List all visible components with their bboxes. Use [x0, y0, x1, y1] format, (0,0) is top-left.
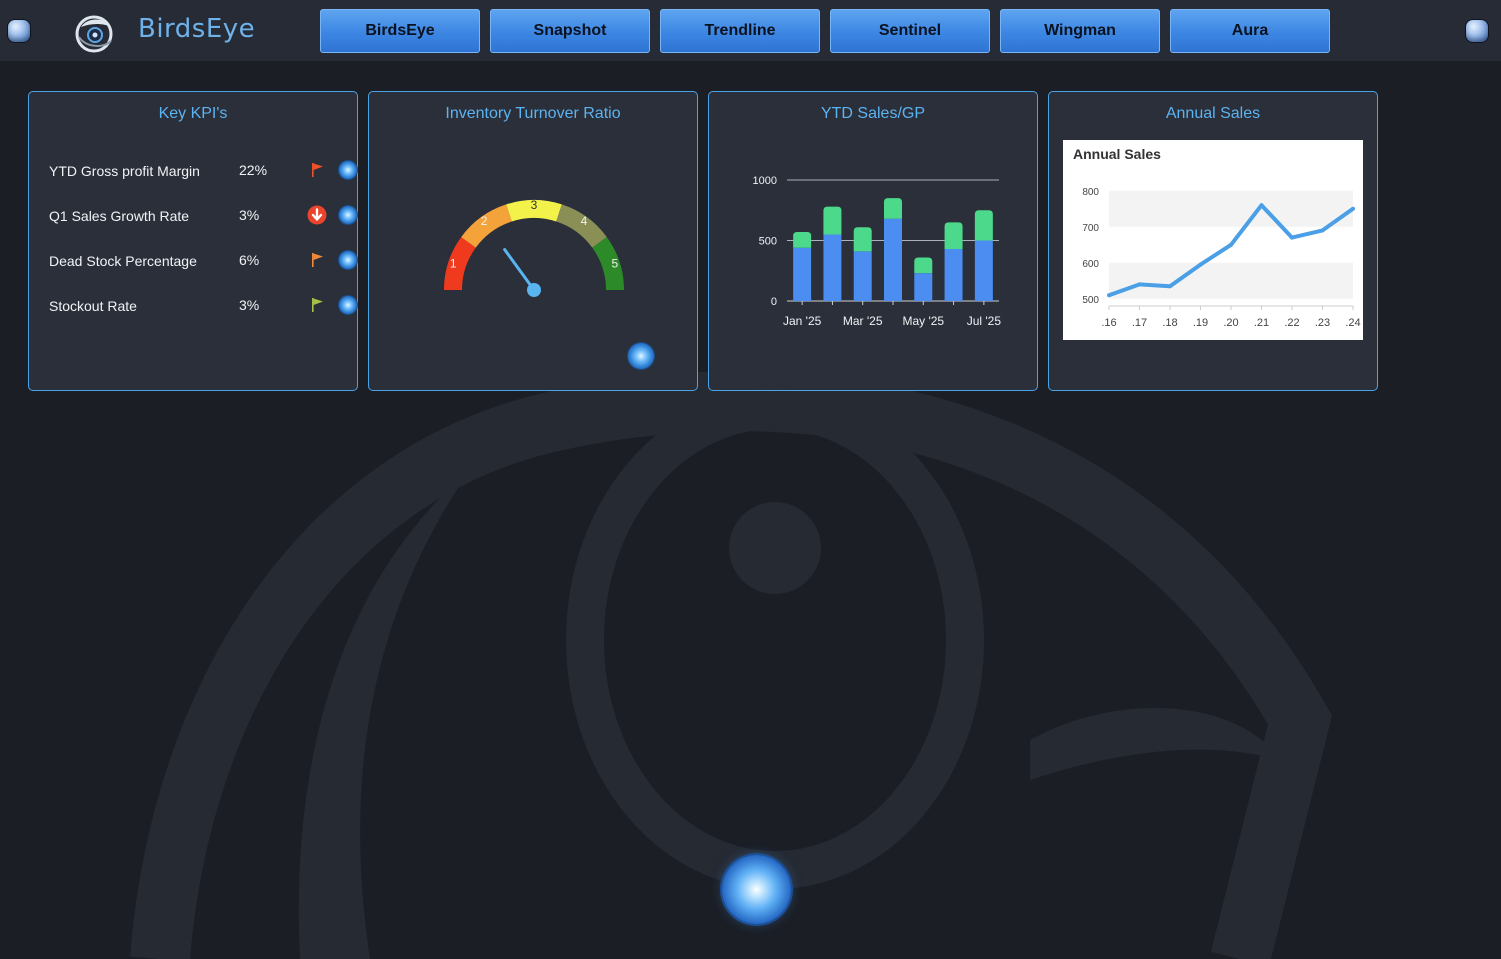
annual-sales-chart-panel: 500 600 700 800.16.17.18.19.20.21.22.23.24 … [1063, 140, 1363, 340]
birdseye-logo-icon [75, 15, 113, 53]
x-tick-label: May '25 [902, 314, 944, 328]
right-menu-button[interactable] [1466, 20, 1488, 42]
red-flag-icon [312, 163, 323, 177]
annual-sales-card: Annual Sales 500 600 700 800 .16 .17 .18 .19 .20… [1048, 91, 1378, 391]
bar-segment [793, 232, 812, 248]
kpi-label: Dead Stock Percentage [49, 253, 197, 269]
top-nav-bar: BirdsEye BirdsEye Snapshot Trendline Sen… [0, 0, 1501, 62]
gauge-tick-label: 4 [581, 214, 588, 228]
grid-band [1109, 262, 1353, 299]
bar-segment [974, 210, 993, 241]
y-tick-label: 0 [771, 296, 777, 308]
key-kpis-card: Key KPI's YTD Gross profit Margin 22% Q1… [28, 91, 358, 391]
card-title: Key KPI's [158, 105, 228, 122]
gauge-segment [555, 204, 607, 248]
ytd-sales-gp-card: YTD Sales/GP 0 500 1000 Jan '25 Mar '25 May '… [708, 91, 1038, 391]
kpi-label: Stockout Rate [49, 298, 137, 314]
brand-name: BirdsEye [138, 14, 256, 44]
kpi-row: Q1 Sales Growth Rate 3% [49, 205, 357, 227]
gauge-tick-label: 1 [450, 257, 457, 271]
gauge-detail-orb-button[interactable] [628, 343, 654, 369]
data-point [1137, 282, 1142, 287]
data-point [1229, 242, 1233, 247]
gauge-tick-label: 5 [611, 257, 618, 271]
bar-segment [884, 218, 902, 301]
kpi-label: YTD Gross profit Margin [49, 163, 200, 179]
nav-button-sentinel[interactable]: Sentinel [830, 9, 990, 53]
y-tick-label: 500 [1082, 295, 1099, 306]
y-tick-label: 600 [1082, 259, 1099, 270]
nav-button-snapshot[interactable]: Snapshot [490, 9, 650, 53]
bar-segment [914, 273, 933, 301]
chart-title: Annual Sales [1073, 146, 1161, 162]
x-tick-label: Jan '25 [783, 314, 822, 328]
gauge-tick-label: 2 [481, 214, 488, 228]
kpi-row: Dead Stock Percentage 6% [49, 250, 357, 272]
bar-segment [974, 240, 993, 301]
data-point [1351, 206, 1355, 211]
left-menu-button[interactable] [8, 20, 30, 42]
x-tick-label: .18 [1162, 317, 1177, 329]
y-tick-label: 700 [1082, 223, 1099, 234]
x-tick-label: .22 [1284, 317, 1299, 329]
ytd-sales-gp-chart: 0 500 1000 Jan '25 Mar '25 May '25 Jul '25 [753, 175, 1002, 328]
bar-segment [884, 198, 902, 219]
data-point [1259, 203, 1264, 208]
y-tick-label: 800 [1082, 187, 1099, 198]
kpi-value: 22% [239, 162, 268, 178]
bar-segment [944, 222, 963, 249]
y-tick-label: 1000 [753, 175, 777, 187]
kpi-detail-orb-button[interactable] [339, 206, 357, 224]
assistant-orb-button[interactable] [722, 855, 791, 924]
orange-flag-icon [312, 253, 323, 267]
kpi-detail-orb-button[interactable] [339, 296, 357, 314]
x-tick-label: .19 [1193, 317, 1208, 329]
bar-segment [793, 247, 812, 301]
kpi-value: 3% [239, 207, 260, 223]
kpi-value: 6% [239, 252, 260, 268]
inventory-turnover-card: Inventory Turnover Ratio 12345 [368, 91, 698, 391]
gauge-needle-hub [527, 283, 541, 297]
gauge-needle [503, 248, 536, 292]
bar-segment [853, 227, 872, 252]
data-point [1290, 235, 1294, 240]
card-title: Annual Sales [1165, 105, 1261, 122]
x-tick-label: .17 [1132, 317, 1147, 329]
down-arrow-icon [307, 205, 327, 225]
bar-segment [823, 234, 842, 301]
kpi-row: YTD Gross profit Margin 22% [49, 160, 357, 182]
bar-segment [853, 251, 872, 301]
data-point [1320, 228, 1325, 233]
nav-button-aura[interactable]: Aura [1170, 9, 1330, 53]
x-tick-label: Mar '25 [843, 314, 883, 328]
green-flag-icon [312, 298, 323, 312]
y-tick-label: 500 [759, 236, 777, 248]
bar-segment [944, 248, 963, 301]
x-tick-label: .20 [1223, 317, 1238, 329]
kpi-row: Stockout Rate 3% [49, 295, 357, 317]
nav-button-birdseye[interactable]: BirdsEye [320, 9, 480, 53]
nav-button-wingman[interactable]: Wingman [1000, 9, 1160, 53]
data-point [1107, 293, 1111, 298]
gauge-segment [461, 204, 513, 248]
annual-sales-line-chart: 500 600 700 800 .16 .17 .18 .19 .20 .21 .22 .23 .24 [1082, 187, 1360, 329]
bar-segment [914, 257, 933, 274]
x-tick-label: .21 [1254, 317, 1269, 329]
kpi-value: 3% [239, 297, 260, 313]
nav-button-trendline[interactable]: Trendline [660, 9, 820, 53]
x-tick-label: .23 [1315, 317, 1330, 329]
data-point [1198, 262, 1203, 267]
kpi-label: Q1 Sales Growth Rate [49, 208, 190, 224]
kpi-detail-orb-button[interactable] [339, 161, 357, 179]
bar-segment [823, 206, 842, 235]
grid-band [1109, 190, 1353, 227]
x-tick-label: Jul '25 [967, 314, 1002, 328]
kpi-detail-orb-button[interactable] [339, 251, 357, 269]
x-tick-label: .24 [1345, 317, 1360, 329]
gauge-tick-label: 3 [531, 198, 538, 212]
x-tick-label: .16 [1101, 317, 1116, 329]
data-point [1168, 284, 1172, 289]
